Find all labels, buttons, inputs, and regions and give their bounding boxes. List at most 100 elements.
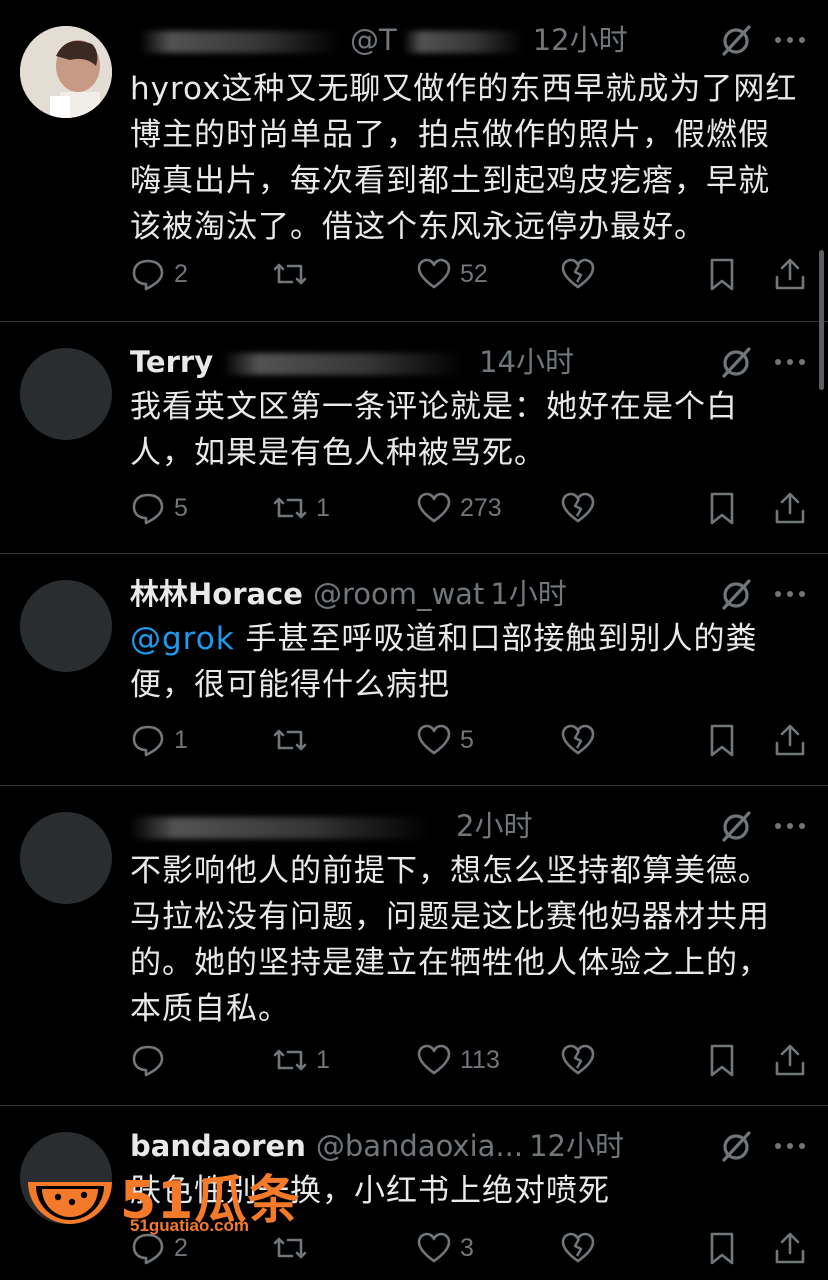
like-count: 52 (460, 259, 488, 288)
like-count: 273 (460, 493, 502, 522)
share-button[interactable] (772, 1228, 808, 1268)
grok-icon[interactable] (716, 1126, 756, 1166)
post-text: 我看英文区第一条评论就是：她好在是个白人，如果是有色人种被骂死。 (130, 384, 800, 476)
avatar[interactable] (20, 580, 112, 672)
dislike-button[interactable] (560, 1040, 596, 1080)
dislike-button[interactable] (560, 488, 596, 528)
reply-count: 1 (174, 725, 188, 754)
like-button[interactable]: 273 (416, 488, 502, 528)
redacted-name (130, 817, 430, 839)
action-bar: 2 52 (0, 254, 828, 294)
more-icon[interactable] (770, 574, 810, 614)
like-button[interactable]: 5 (416, 720, 474, 760)
reply-feed: @T 12小时 hyrox这种又无聊又做作的东西早就成为了网红博主的时尚单品了，拍… (0, 0, 828, 1280)
avatar[interactable] (20, 26, 112, 118)
bookmark-button[interactable] (704, 1228, 740, 1268)
like-button[interactable]: 3 (416, 1228, 474, 1268)
display-name[interactable]: Terry (130, 345, 213, 379)
redacted-name (140, 31, 340, 53)
heart-icon (417, 258, 451, 289)
action-bar: 5 1 273 (0, 488, 828, 528)
repost-icon (273, 497, 307, 519)
bookmark-icon (710, 258, 734, 291)
grok-icon[interactable] (716, 20, 756, 60)
post-text-content: hyrox这种又无聊又做作的东西早就成为了网红博主的时尚单品了，拍点做作的照片，… (130, 71, 798, 245)
reply-post[interactable]: 2小时 不影响他人的前提下，想怎么坚持都算美德。马拉松没有问题，问题是这比赛他妈… (0, 786, 828, 1106)
broken-heart-icon (561, 1044, 595, 1075)
reply-post[interactable]: @T 12小时 hyrox这种又无聊又做作的东西早就成为了网红博主的时尚单品了，拍… (0, 0, 828, 322)
post-header: @T 12小时 (130, 20, 678, 60)
bookmark-button[interactable] (704, 488, 740, 528)
repost-count: 1 (316, 493, 330, 522)
share-icon (775, 1232, 805, 1264)
watermark-site: 51guatiao.com (130, 1216, 250, 1235)
heart-icon (417, 724, 451, 755)
share-button[interactable] (772, 720, 808, 760)
timestamp[interactable]: 2小时 (456, 809, 532, 843)
share-button[interactable] (772, 1040, 808, 1080)
scrollbar[interactable] (819, 250, 824, 390)
mention-link[interactable]: @grok (130, 621, 235, 657)
share-button[interactable] (772, 254, 808, 294)
more-icon[interactable] (770, 20, 810, 60)
reply-button[interactable]: 2 (130, 254, 188, 294)
share-icon (775, 1044, 805, 1076)
timestamp[interactable]: 1小时 (490, 577, 566, 611)
reply-post[interactable]: Terry 14小时 我看英文区第一条评论就是：她好在是个白人，如果是有色人种被骂… (0, 322, 828, 554)
reply-icon (132, 725, 164, 757)
heart-icon (417, 1232, 451, 1263)
reply-button[interactable]: 1 (130, 720, 188, 760)
like-count: 113 (460, 1045, 500, 1074)
watermelon-icon (28, 1182, 112, 1224)
dislike-button[interactable] (560, 1228, 596, 1268)
timestamp[interactable]: 12小时 (533, 23, 628, 57)
repost-icon (273, 263, 307, 285)
repost-button[interactable] (272, 720, 316, 760)
bookmark-button[interactable] (704, 1040, 740, 1080)
heart-icon (417, 1044, 451, 1075)
more-icon[interactable] (770, 806, 810, 846)
broken-heart-icon (561, 492, 595, 523)
broken-heart-icon (561, 1232, 595, 1263)
like-button[interactable]: 113 (416, 1040, 500, 1080)
repost-button[interactable]: 1 (272, 1040, 330, 1080)
grok-icon[interactable] (716, 806, 756, 846)
more-icon[interactable] (770, 342, 810, 382)
bookmark-button[interactable] (704, 254, 740, 294)
share-button[interactable] (772, 488, 808, 528)
avatar[interactable] (20, 348, 112, 440)
share-icon (775, 258, 805, 290)
user-handle[interactable]: @bandaoxia... (316, 1129, 523, 1163)
reply-post[interactable]: 林林Horace @room_wat 1小时 @grok 手甚至呼吸道和口部接触到别… (0, 554, 828, 786)
grok-icon[interactable] (716, 342, 756, 382)
post-text: hyrox这种又无聊又做作的东西早就成为了网红博主的时尚单品了，拍点做作的照片，… (130, 66, 800, 250)
reply-button[interactable] (130, 1040, 174, 1080)
timestamp[interactable]: 14小时 (479, 345, 574, 379)
avatar-photo (20, 26, 112, 118)
bookmark-icon (710, 1044, 734, 1077)
action-bar: 1 113 (0, 1040, 828, 1080)
dislike-button[interactable] (560, 720, 596, 760)
grok-icon[interactable] (716, 574, 756, 614)
more-icon[interactable] (770, 1126, 810, 1166)
bookmark-button[interactable] (704, 720, 740, 760)
dislike-button[interactable] (560, 254, 596, 294)
post-header: 2小时 (130, 806, 678, 846)
user-handle[interactable]: @T (350, 23, 397, 57)
reply-icon (132, 493, 164, 525)
like-button[interactable]: 52 (416, 254, 488, 294)
share-icon (775, 724, 805, 756)
avatar[interactable] (20, 812, 112, 904)
bookmark-icon (710, 1232, 734, 1265)
redacted-handle (402, 31, 523, 53)
reply-button[interactable]: 5 (130, 488, 188, 528)
post-header: Terry 14小时 (130, 342, 678, 382)
repost-count: 1 (316, 1045, 330, 1074)
post-text-content: 不影响他人的前提下，想怎么坚持都算美德。马拉松没有问题，问题是这比赛他妈器材共用… (130, 853, 770, 1027)
timestamp[interactable]: 12小时 (529, 1129, 624, 1163)
repost-button[interactable]: 1 (272, 488, 330, 528)
display-name[interactable]: 林林Horace (130, 577, 303, 611)
user-handle[interactable]: @room_wat (313, 577, 484, 611)
repost-button[interactable] (272, 254, 316, 294)
reply-count: 5 (174, 493, 188, 522)
